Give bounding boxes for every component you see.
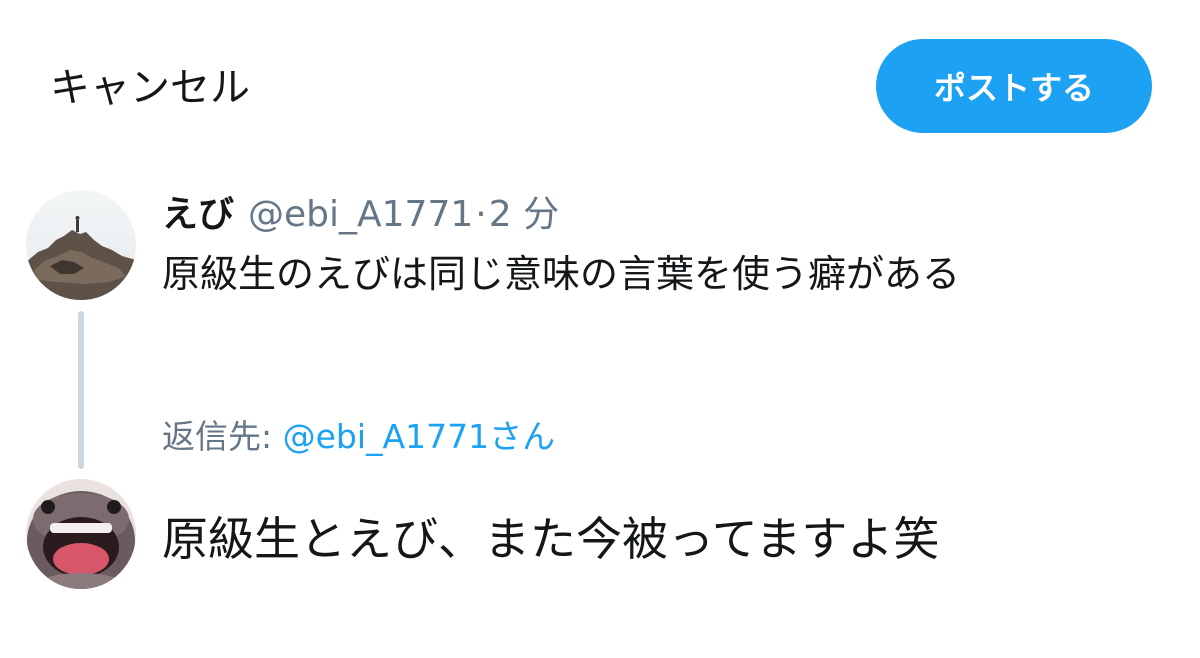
tweet-timestamp: 2 分 (488, 194, 560, 235)
original-tweet-header: えび @ebi_A1771 · 2 分 (162, 185, 559, 239)
display-name[interactable]: えび (162, 185, 234, 237)
smiling-creature-avatar (26, 479, 136, 589)
cancel-button[interactable]: キャンセル (50, 62, 250, 114)
original-tweet-text: 原級生のえびは同じ意味の言葉を使う癖がある (162, 252, 961, 296)
post-button[interactable]: ポストする (876, 39, 1152, 133)
thread-connector-line (78, 311, 84, 469)
replying-to: 返信先: @ebi_A1771さん (162, 414, 555, 460)
user-handle[interactable]: @ebi_A1771 (248, 194, 473, 235)
original-tweet-avatar[interactable] (26, 190, 136, 300)
separator-dot: · (475, 194, 487, 235)
replying-to-label: 返信先: (162, 417, 283, 456)
compose-reply-input[interactable]: 原級生とえび、また今被ってますよ笑 (162, 508, 939, 570)
rocky-coast-photo-avatar (26, 190, 136, 300)
reply-user-avatar[interactable] (26, 479, 136, 589)
replying-to-handle-link[interactable]: @ebi_A1771さん (283, 417, 555, 456)
